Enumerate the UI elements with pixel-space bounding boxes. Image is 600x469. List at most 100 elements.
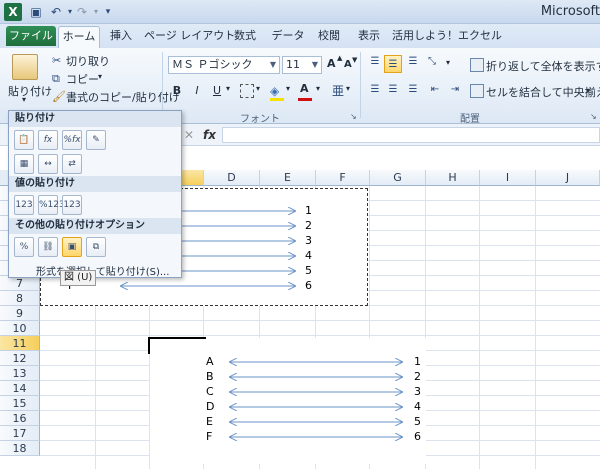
orientation-dropdown-icon[interactable]: ▾ <box>446 58 450 67</box>
diagram-number: 6 <box>414 430 421 443</box>
cut-button[interactable]: 切り取り <box>66 53 110 69</box>
paste-button[interactable]: 貼り付け <box>8 83 52 99</box>
align-center-icon[interactable]: ☰ <box>384 84 402 100</box>
column-header-f[interactable]: F <box>316 170 370 186</box>
paste-values-icon[interactable]: 123 <box>14 195 34 215</box>
column-header-i[interactable]: I <box>480 170 536 186</box>
gridline <box>535 186 536 469</box>
merge-dropdown-icon[interactable]: ▾ <box>586 86 590 95</box>
column-header-j[interactable]: J <box>536 170 600 186</box>
chevron-down-icon[interactable]: ▼ <box>309 57 321 73</box>
cancel-icon[interactable]: ✕ <box>184 128 194 142</box>
active-cell-cursor <box>148 337 206 354</box>
align-left-icon[interactable]: ☰ <box>366 84 384 100</box>
row-header-11[interactable]: 11 <box>0 336 40 351</box>
paste-linked-picture-icon[interactable]: ⧉ <box>86 237 106 257</box>
underline-button[interactable]: U <box>208 82 226 100</box>
orientation-icon[interactable]: ⤡ <box>428 56 444 72</box>
paste-transpose-icon[interactable]: ⇄ <box>62 154 82 174</box>
borders-dropdown-icon[interactable]: ▾ <box>256 84 260 93</box>
paste-icon[interactable]: 📋 <box>14 130 34 150</box>
paste-values-number-format-icon[interactable]: %123 <box>38 195 65 215</box>
row-header-8[interactable]: 8 <box>0 291 40 306</box>
row-header-9[interactable]: 9 <box>0 306 40 321</box>
save-icon[interactable]: ▣ <box>28 4 44 20</box>
align-bottom-icon[interactable]: ☰ <box>404 56 422 72</box>
paste-special-item[interactable]: 形式を選択して貼り付け(S)... <box>36 263 169 278</box>
row-header-10[interactable]: 10 <box>0 321 40 336</box>
chevron-down-icon[interactable]: ▼ <box>267 57 279 73</box>
diagram-number: 5 <box>305 264 312 277</box>
tab-file[interactable]: ファイル <box>6 26 56 46</box>
paste-values-source-format-icon[interactable]: 123 <box>62 195 82 215</box>
paste-dropdown-icon[interactable]: ▾ <box>22 95 26 104</box>
phonetic-icon[interactable]: 亜 <box>332 82 344 99</box>
phonetic-dropdown-icon[interactable]: ▾ <box>346 84 350 93</box>
row-header-18[interactable]: 18 <box>0 441 40 456</box>
paste-formulas-icon[interactable]: fx <box>38 130 58 150</box>
fill-color-icon[interactable]: ◈ <box>270 84 279 98</box>
row-header-7[interactable]: 7 <box>0 276 40 291</box>
font-size-combo[interactable]: 11 ▼ <box>282 56 322 74</box>
column-header-e[interactable]: E <box>260 170 316 186</box>
font-color-swatch <box>298 98 312 101</box>
pasted-picture[interactable]: A B C D E F 1 2 3 4 5 6 <box>150 338 426 464</box>
wrap-text-button[interactable]: 折り返して全体を表示する <box>486 58 600 74</box>
formula-input[interactable] <box>222 127 600 143</box>
tab-insert[interactable]: 挿入 <box>106 26 136 48</box>
paste-keep-widths-icon[interactable]: ↔ <box>38 154 58 174</box>
row-header-13[interactable]: 13 <box>0 366 40 381</box>
tab-formulas[interactable]: 数式 <box>230 26 260 48</box>
increase-indent-icon[interactable]: ⇥ <box>446 84 464 100</box>
font-color-dropdown-icon[interactable]: ▾ <box>316 84 320 93</box>
diagram-letter: E <box>206 415 213 428</box>
underline-dropdown-icon[interactable]: ▾ <box>226 84 230 93</box>
excel-app-icon[interactable]: X <box>4 3 22 21</box>
paste-picture-icon[interactable]: ▣ <box>62 237 82 257</box>
row-header-16[interactable]: 16 <box>0 411 40 426</box>
tab-excel-tips[interactable]: 活用しよう！エクセル <box>392 26 502 48</box>
decrease-indent-icon[interactable]: ⇤ <box>426 84 444 100</box>
align-middle-icon[interactable]: ☰ <box>384 55 402 73</box>
borders-icon[interactable] <box>240 84 254 98</box>
tab-review[interactable]: 校閲 <box>314 26 344 48</box>
align-right-icon[interactable]: ☰ <box>404 84 422 100</box>
alignment-dialog-launcher-icon[interactable]: ↘ <box>590 112 597 121</box>
diagram-letter: C <box>206 385 214 398</box>
copy-dropdown-icon[interactable]: ▾ <box>98 72 102 81</box>
paste-no-borders-icon[interactable]: ▦ <box>14 154 34 174</box>
gridline <box>479 186 480 469</box>
row-header-14[interactable]: 14 <box>0 381 40 396</box>
grow-font-icon: ▲ <box>337 54 343 62</box>
diagram-letter: A <box>206 355 214 368</box>
row-header-15[interactable]: 15 <box>0 396 40 411</box>
font-color-button[interactable]: A <box>300 82 309 95</box>
paste-formulas-number-format-icon[interactable]: %fx <box>62 130 82 150</box>
grow-font-button[interactable]: A <box>327 57 336 70</box>
copy-button[interactable]: コピー <box>66 71 99 87</box>
font-dialog-launcher-icon[interactable]: ↘ <box>350 112 357 121</box>
column-header-h[interactable]: H <box>426 170 480 186</box>
align-top-icon[interactable]: ☰ <box>366 56 384 72</box>
italic-button[interactable]: I <box>188 82 206 100</box>
paste-keep-source-format-icon[interactable]: ✎ <box>86 130 106 150</box>
insert-function-button[interactable]: fx <box>203 128 216 142</box>
tab-home[interactable]: ホーム <box>58 26 100 48</box>
tab-page-layout[interactable]: ページ レイアウト <box>144 26 235 48</box>
arrow-diagram-pasted <box>150 338 426 464</box>
tab-data[interactable]: データ <box>270 26 306 48</box>
paste-link-icon[interactable]: ⛓ <box>38 237 58 257</box>
row-header-17[interactable]: 17 <box>0 426 40 441</box>
merge-center-button[interactable]: セルを結合して中央揃え <box>486 84 600 100</box>
bold-button[interactable]: B <box>168 82 186 100</box>
column-header-g[interactable]: G <box>370 170 426 186</box>
shrink-font-button[interactable]: A <box>344 59 352 70</box>
row-header-12[interactable]: 12 <box>0 351 40 366</box>
column-header-d[interactable]: D <box>204 170 260 186</box>
paste-clipboard-icon[interactable] <box>12 54 38 80</box>
tab-view[interactable]: 表示 <box>354 26 384 48</box>
fill-color-dropdown-icon[interactable]: ▾ <box>286 84 290 93</box>
customize-qat-icon[interactable]: ▾ <box>100 4 116 20</box>
paste-formatting-icon[interactable]: % <box>14 237 34 257</box>
font-name-combo[interactable]: ＭＳ Ｐゴシック ▼ <box>168 56 280 74</box>
